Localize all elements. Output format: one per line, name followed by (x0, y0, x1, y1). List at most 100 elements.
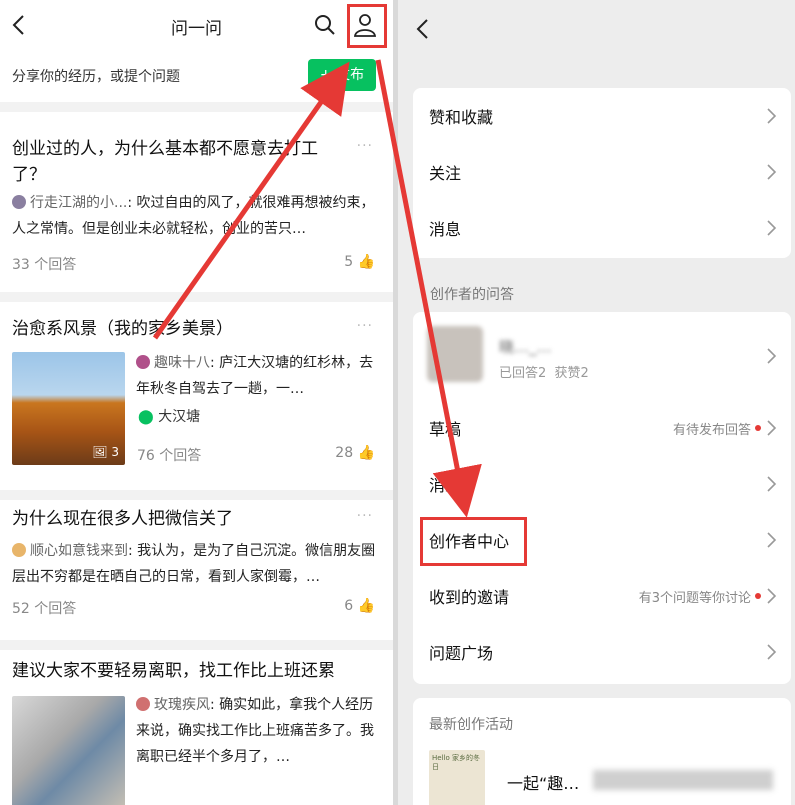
red-dot-badge (755, 425, 761, 431)
answer-snippet: 行走江湖的小...: 吹过自由的风了，就很难再想被约束，人之常情。但是创业未必就… (12, 195, 375, 237)
chevron-right-icon (767, 644, 777, 660)
answer-snippet: 顺心如意钱来到: 我认为，是为了自己沉淀。微信朋友圈层出不穷都是在晒自己的日常，… (12, 543, 376, 585)
red-dot-badge (755, 593, 761, 599)
menu-item-hint: 有待发布回答 (672, 423, 751, 438)
search-icon[interactable] (314, 14, 336, 36)
divider (0, 640, 393, 650)
menu-item-creator-messages[interactable]: 消息 (413, 456, 791, 512)
image-icon: 🖼 (92, 445, 108, 459)
question-card-2[interactable]: 治愈系风景（我的家乡美景） ··· 🖼 3 趣味十八: 庐江大汉塘的红杉林，去年… (0, 292, 393, 490)
chevron-right-icon (767, 476, 777, 492)
avatar (136, 355, 150, 369)
question-title: 建议大家不要轻易离职，找工作比上班还累 (12, 661, 335, 681)
activity-item[interactable]: Hello 家乡的冬日 一起“趣… (413, 746, 791, 805)
avatar (12, 195, 26, 209)
likes-value: 6 (344, 598, 354, 614)
publish-button[interactable]: + 发布 (308, 59, 376, 91)
thumb-up-icon: 👍 (357, 445, 375, 461)
menu-item-question-plaza[interactable]: 问题广场 (413, 624, 791, 680)
photo-thumbnail[interactable] (12, 696, 125, 805)
photo-count: 3 (111, 445, 119, 459)
answer-snippet: 趣味十八: 庐江大汉塘的红杉林，去年秋冬自驾去了一趟，一… (136, 355, 374, 397)
creator-profile-row[interactable]: 晓…_… 已回答2 获赞2 (413, 312, 791, 400)
menu-item-likes-favorites[interactable]: 赞和收藏 (413, 88, 791, 144)
activity-cover: Hello 家乡的冬日 (429, 750, 485, 805)
highlight-creator-center-box (420, 517, 527, 566)
answer-count: 33 个回答 (12, 257, 77, 273)
answer-count: 52 个回答 (12, 601, 77, 617)
avatar (12, 543, 26, 557)
location-tag[interactable]: ⬤ 大汉塘 (138, 406, 200, 426)
menu-item-hint: 有3个问题等你讨论 (638, 591, 751, 606)
question-title: 创业过的人，为什么基本都不愿意去打工了？ (12, 139, 318, 185)
question-title: 治愈系风景（我的家乡美景） (12, 319, 233, 339)
photo-thumbnail[interactable]: 🖼 3 (12, 352, 125, 465)
divider (0, 490, 393, 500)
author-name: 行走江湖的小... (30, 195, 128, 211)
thumb-up-icon: 👍 (357, 598, 375, 614)
activity-title: 一起“趣… (507, 774, 580, 793)
back-icon[interactable] (412, 16, 434, 42)
likes-value: 5 (344, 254, 354, 270)
question-card-4[interactable]: 建议大家不要轻易离职，找工作比上班还累 玫瑰疾风: 确实如此，拿我个人经历来说，… (0, 640, 393, 805)
menu-item-label: 赞和收藏 (429, 108, 494, 127)
section-label-creator: 创作者的问答 (430, 287, 514, 303)
likes-value: 28 (335, 445, 354, 461)
profile-menu-screen: 赞和收藏 关注 消息 创作者的问答 晓…_… 已回答2 获赞2 草稿 有待发布回… (398, 0, 795, 805)
answer-snippet: 玫瑰疾风: 确实如此，拿我个人经历来说，确实找工作比上班痛苦多了。我离职已经半个… (136, 697, 374, 765)
like-count[interactable]: 5 👍 (344, 254, 375, 270)
share-prompt: 分享你的经历，或提个问题 (12, 69, 180, 85)
divider (0, 292, 393, 302)
activity-card: 最新创作活动 Hello 家乡的冬日 一起“趣… (413, 698, 791, 805)
menu-item-drafts[interactable]: 草稿 有待发布回答 (413, 400, 791, 456)
question-card-3[interactable]: 为什么现在很多人把微信关了 ··· 顺心如意钱来到: 我认为，是为了自己沉淀。微… (0, 490, 393, 640)
location-pin-icon: ⬤ (138, 409, 154, 425)
menu-item-label: 消息 (429, 220, 462, 239)
chevron-right-icon (767, 220, 777, 236)
profile-stats: 已回答2 获赞2 (499, 366, 589, 381)
menu-item-label: 消息 (429, 476, 462, 495)
chevron-right-icon (767, 108, 777, 124)
question-card-1[interactable]: 创业过的人，为什么基本都不愿意去打工了？ ··· 行走江湖的小...: 吹过自由… (0, 102, 393, 292)
menu-card-1: 赞和收藏 关注 消息 (413, 88, 791, 258)
more-icon[interactable]: ··· (357, 508, 373, 524)
menu-item-label: 收到的邀请 (429, 588, 510, 607)
question-title: 为什么现在很多人把微信关了 (12, 509, 233, 529)
chevron-right-icon (767, 420, 777, 436)
avatar (427, 326, 483, 382)
menu-card-2: 晓…_… 已回答2 获赞2 草稿 有待发布回答 消息 创作者中心 收到的邀请 有… (413, 312, 791, 684)
answer-count: 76 个回答 (137, 448, 202, 464)
author-name: 玫瑰疾风 (154, 697, 210, 713)
blurred-title-mask (593, 770, 773, 790)
author-name: 顺心如意钱来到 (30, 543, 128, 559)
chevron-right-icon (767, 532, 777, 548)
chevron-right-icon (767, 348, 777, 364)
divider (0, 102, 393, 112)
menu-item-messages[interactable]: 消息 (413, 200, 791, 256)
more-icon[interactable]: ··· (357, 138, 373, 154)
menu-item-follow[interactable]: 关注 (413, 144, 791, 200)
chevron-right-icon (767, 588, 777, 604)
qa-feed-screen: 问一问 分享你的经历，或提个问题 + 发布 创业过的人，为什么基本都不愿意去打工… (0, 0, 393, 805)
section-label-activity: 最新创作活动 (429, 717, 513, 733)
feed-header: 问一问 (0, 0, 393, 50)
menu-item-label: 关注 (429, 164, 462, 183)
more-icon[interactable]: ··· (357, 318, 373, 334)
chevron-right-icon (767, 164, 777, 180)
author-name: 趣味十八 (154, 355, 210, 371)
avatar (136, 697, 150, 711)
screenshot-stage: 问一问 分享你的经历，或提个问题 + 发布 创业过的人，为什么基本都不愿意去打工… (0, 0, 795, 805)
like-count[interactable]: 28 👍 (335, 445, 375, 461)
menu-item-invitations[interactable]: 收到的邀请 有3个问题等你讨论 (413, 568, 791, 624)
profile-name: 晓…_… (499, 338, 552, 356)
publish-label: 发布 (336, 67, 365, 83)
photo-count-badge: 🖼 3 (92, 445, 119, 459)
menu-item-label: 草稿 (429, 420, 462, 439)
activity-cover-text: Hello 家乡的冬日 (432, 754, 480, 771)
publish-plus: + (319, 67, 332, 83)
like-count[interactable]: 6 👍 (344, 598, 375, 614)
location-name: 大汉塘 (158, 409, 201, 425)
thumb-up-icon: 👍 (357, 254, 375, 270)
highlight-user-icon-box (347, 4, 387, 48)
menu-item-label: 问题广场 (429, 644, 494, 663)
